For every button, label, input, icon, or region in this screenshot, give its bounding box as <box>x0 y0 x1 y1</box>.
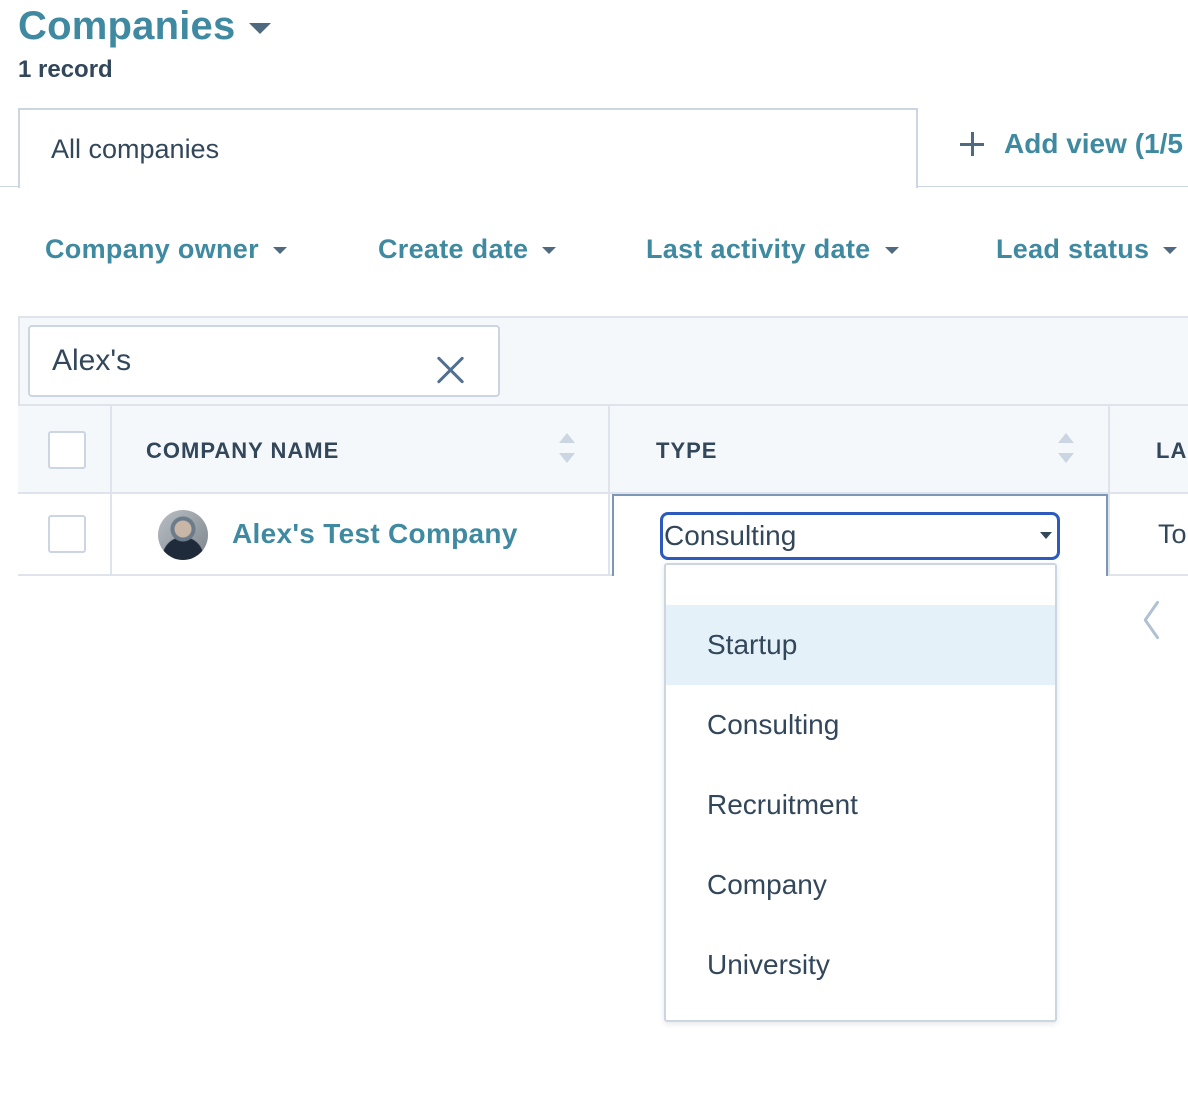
filter-label: Lead status <box>996 234 1150 264</box>
company-name-link[interactable]: Alex's Test Company <box>232 518 518 550</box>
chevron-down-icon <box>884 247 899 254</box>
dropdown-option-empty[interactable] <box>666 565 1055 605</box>
column-divider <box>608 404 610 576</box>
type-dropdown-menu: Startup Consulting Recruitment Company U… <box>664 563 1057 1022</box>
truncated-cell-value: To <box>1158 519 1187 549</box>
column-divider <box>110 404 112 576</box>
column-header-type[interactable]: TYPE <box>656 438 717 464</box>
chevron-down-icon <box>272 247 287 254</box>
chevron-down-icon <box>249 23 272 34</box>
dropdown-option-company[interactable]: Company <box>666 845 1055 925</box>
dropdown-option-startup[interactable]: Startup <box>666 605 1055 685</box>
plus-icon <box>960 132 984 156</box>
tab-label: All companies <box>51 133 220 164</box>
close-icon[interactable] <box>436 355 466 385</box>
page-title-dropdown[interactable]: Companies <box>18 4 272 49</box>
dropdown-option-university[interactable]: University <box>666 925 1055 1005</box>
sort-icon[interactable] <box>1058 433 1074 463</box>
filter-label: Company owner <box>45 234 259 264</box>
add-view-label: Add view (1/5 <box>1004 128 1183 159</box>
avatar <box>158 510 208 560</box>
filter-label: Last activity date <box>646 234 871 264</box>
column-header-truncated[interactable]: LA <box>1156 438 1187 464</box>
chevron-down-icon <box>1040 532 1052 539</box>
column-divider <box>1108 404 1110 576</box>
row-checkbox[interactable] <box>48 515 86 553</box>
filter-label: Create date <box>378 234 529 264</box>
dropdown-option-recruitment[interactable]: Recruitment <box>666 765 1055 845</box>
tab-all-companies[interactable]: All companies <box>18 108 918 188</box>
search-input[interactable]: Alex's <box>28 325 500 397</box>
filter-lead-status[interactable]: Lead status <box>996 234 1178 265</box>
chevron-left-icon[interactable] <box>1140 600 1164 640</box>
record-count: 1 record <box>18 56 113 83</box>
dropdown-option-consulting[interactable]: Consulting <box>666 685 1055 765</box>
filter-company-owner[interactable]: Company owner <box>45 234 287 265</box>
chevron-down-icon <box>542 247 557 254</box>
sort-icon[interactable] <box>559 433 575 463</box>
type-select-value: Consulting <box>664 520 797 551</box>
chevron-down-icon <box>1163 247 1178 254</box>
search-value: Alex's <box>52 344 132 377</box>
filter-last-activity-date[interactable]: Last activity date <box>646 234 899 265</box>
page-title: Companies <box>18 4 236 48</box>
add-view-button[interactable]: Add view (1/5 <box>960 128 1183 160</box>
filter-create-date[interactable]: Create date <box>378 234 557 265</box>
select-all-checkbox[interactable] <box>48 431 86 469</box>
column-header-company-name[interactable]: COMPANY NAME <box>146 438 339 464</box>
type-select[interactable]: Consulting <box>660 512 1060 560</box>
